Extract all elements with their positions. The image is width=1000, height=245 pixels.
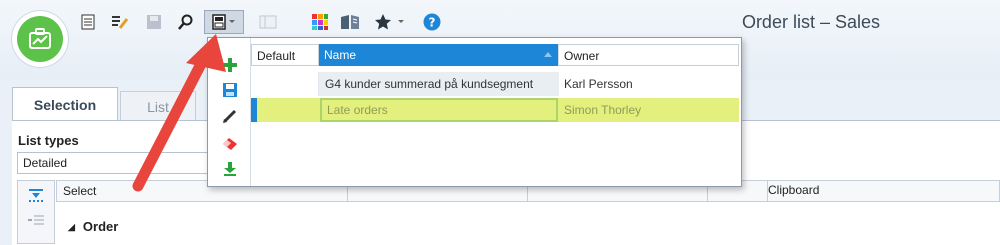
collapse-list-icon[interactable] — [27, 213, 45, 230]
briefcase-chart-icon — [29, 28, 51, 49]
list-icon[interactable] — [76, 10, 100, 34]
save-icon[interactable] — [142, 10, 166, 34]
download-icon[interactable] — [221, 160, 239, 178]
table-row[interactable]: G4 kunder summerad på kundsegment Karl P… — [251, 72, 739, 96]
table-row-selected[interactable]: Late orders Simon Thorley — [251, 98, 739, 122]
clipboard-column-header[interactable]: Clipboard — [768, 183, 819, 197]
tab-selection[interactable]: Selection — [12, 87, 118, 121]
favorites-star-icon[interactable] — [372, 10, 408, 34]
expand-triangle-icon[interactable]: ◢ — [68, 222, 75, 233]
saved-lists-header: Default Name Owner — [251, 44, 739, 66]
window-title: Order list – Sales — [741, 12, 880, 32]
tab-list[interactable]: List — [120, 91, 196, 121]
order-group-row[interactable]: ◢ Order — [68, 219, 118, 234]
selected-row-marker — [251, 98, 257, 122]
search-icon[interactable] — [174, 10, 198, 34]
name-cell[interactable]: G4 kunder summerad på kundsegment — [319, 72, 559, 96]
help-icon[interactable]: ? — [420, 10, 444, 34]
save-icon[interactable] — [221, 81, 239, 99]
add-icon[interactable] — [221, 56, 239, 74]
columns-icon[interactable] — [256, 10, 280, 34]
name-header-label: Name — [324, 48, 357, 62]
owner-cell[interactable]: Karl Persson — [559, 72, 739, 96]
default-cell[interactable] — [251, 98, 319, 122]
list-types-select[interactable]: Detailed — [17, 152, 213, 174]
default-cell[interactable] — [251, 72, 319, 96]
svg-text:?: ? — [429, 16, 436, 30]
owner-column-header[interactable]: Owner — [559, 44, 739, 66]
eraser-icon[interactable] — [221, 134, 239, 152]
popup-action-bar — [208, 38, 251, 186]
app-logo[interactable] — [12, 11, 68, 67]
edit-list-icon[interactable] — [108, 10, 132, 34]
selection-side-toolbar — [17, 180, 55, 244]
saved-lists-icon[interactable] — [204, 10, 244, 34]
order-group-label: Order — [82, 219, 119, 234]
list-types-label: List types — [18, 133, 79, 148]
expand-icon[interactable] — [27, 189, 45, 206]
logo-badge — [17, 16, 63, 62]
select-header-label: Select — [63, 184, 97, 198]
owner-cell[interactable]: Simon Thorley — [559, 98, 739, 122]
edit-pencil-icon[interactable] — [221, 107, 239, 125]
saved-lists-popup: Default Name Owner G4 kunder summerad på… — [207, 37, 742, 187]
name-cell-editing[interactable]: Late orders — [320, 98, 558, 122]
color-grid-icon[interactable] — [308, 10, 332, 34]
default-column-header[interactable]: Default — [251, 44, 319, 66]
sort-ascending-icon — [544, 52, 552, 57]
name-column-header[interactable]: Name — [319, 44, 559, 66]
book-icon[interactable] — [338, 10, 362, 34]
